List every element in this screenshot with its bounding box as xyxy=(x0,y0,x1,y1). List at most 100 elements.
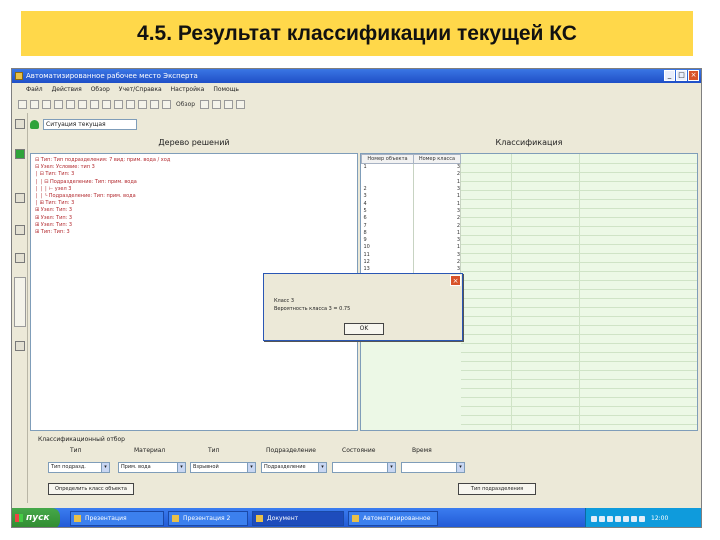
chart-icon[interactable] xyxy=(114,99,123,109)
table-row[interactable]: 53 xyxy=(361,207,462,215)
table-row[interactable]: 93 xyxy=(361,236,462,244)
tray-icon[interactable] xyxy=(623,515,629,522)
table-row[interactable]: 2 xyxy=(361,170,462,179)
division-type-button[interactable]: Тип подразделения xyxy=(458,483,536,495)
tree-node[interactable]: ⊞ Узел: Тип: 3 xyxy=(35,222,353,229)
chevron-down-icon[interactable]: ▾ xyxy=(387,463,395,472)
taskbar-item[interactable]: Презентация xyxy=(70,511,164,526)
tray-icon[interactable] xyxy=(591,515,597,522)
table-icon[interactable] xyxy=(90,99,99,109)
tree-node[interactable]: │ │ │ ⊢ узел 3 xyxy=(35,186,353,193)
tree-node[interactable]: │ ⊞ Тип: Тип: 3 xyxy=(35,200,353,207)
cut-icon[interactable] xyxy=(66,99,75,109)
tree-node[interactable]: ⊟ Узел: Условие: тип 3 xyxy=(35,164,353,171)
chevron-down-icon[interactable]: ▾ xyxy=(247,463,255,472)
left-icon-strip xyxy=(12,113,28,503)
taskbar-item[interactable]: Презентация 2 xyxy=(168,511,248,526)
class-number-cell: 2 xyxy=(413,170,462,179)
taskbar-item[interactable]: Автоматизированное xyxy=(348,511,438,526)
chevron-down-icon[interactable]: ▾ xyxy=(101,463,109,472)
tray-icon[interactable] xyxy=(631,515,637,522)
decision-tree-icon[interactable] xyxy=(15,149,25,159)
column-class-number[interactable]: Номер класса xyxy=(412,154,462,164)
menu-view[interactable]: Обзор xyxy=(91,83,110,96)
sort-icon[interactable] xyxy=(150,99,159,109)
find-icon[interactable] xyxy=(138,99,147,109)
table-row[interactable]: 72 xyxy=(361,221,462,230)
taskbar-item-active[interactable]: Документ xyxy=(252,511,344,526)
tree-node[interactable]: ⊞ Узел: Тип: 3 xyxy=(35,215,353,222)
tray-icon[interactable] xyxy=(639,515,645,522)
table-row[interactable]: 1 xyxy=(361,178,462,186)
filter-icon[interactable] xyxy=(126,99,135,109)
tree-node[interactable]: │ ⊟ Тип: Тип: 3 xyxy=(35,171,353,178)
menu-bar: Файл Действия Обзор Учет/Справка Настрой… xyxy=(12,83,701,96)
open-icon[interactable] xyxy=(30,99,39,109)
grid-icon[interactable] xyxy=(102,99,111,109)
table-row[interactable]: 12 2 xyxy=(361,258,462,266)
chevron-down-icon[interactable]: ▾ xyxy=(456,463,464,472)
tray-icon[interactable] xyxy=(607,515,613,522)
toolbar-view-label[interactable]: Обзор xyxy=(174,101,197,108)
time-combo[interactable]: ▾ xyxy=(401,462,465,473)
state-combo[interactable]: ▾ xyxy=(332,462,396,473)
books-icon[interactable] xyxy=(15,193,25,203)
tree-node[interactable]: ⊞ Узел: Тип: 3 xyxy=(35,207,353,214)
menu-reference[interactable]: Учет/Справка xyxy=(119,83,162,96)
menu-file[interactable]: Файл xyxy=(26,83,43,96)
dialog-close-icon[interactable]: × xyxy=(450,275,461,286)
table-row[interactable]: 13 3 xyxy=(361,265,462,273)
situation-field[interactable]: Ситуация текущая xyxy=(43,118,137,130)
tray-icon[interactable] xyxy=(615,515,621,522)
table-row[interactable]: 31 xyxy=(361,192,462,200)
chevron-down-icon[interactable]: ▾ xyxy=(177,463,185,472)
material-combo[interactable]: Прим. вода ▾ xyxy=(118,462,186,473)
combo-value: Подразделение xyxy=(264,464,306,470)
clock[interactable]: 12:00 xyxy=(651,515,668,522)
close-button[interactable]: × xyxy=(688,70,699,81)
forward-icon[interactable] xyxy=(236,99,246,109)
presentation-icon xyxy=(74,515,81,522)
print-icon[interactable] xyxy=(54,99,63,109)
clipboard-icon[interactable] xyxy=(15,253,25,263)
taskbar-item-label: Презентация 2 xyxy=(183,515,231,522)
tree-node[interactable]: ⊞ Тип: Тип: 3 xyxy=(35,229,353,236)
chevron-down-icon[interactable]: ▾ xyxy=(318,463,326,472)
new-icon[interactable] xyxy=(18,99,27,109)
edit-icon[interactable] xyxy=(162,99,171,109)
table-row[interactable]: 10 1 xyxy=(361,243,462,252)
vertical-tab[interactable] xyxy=(14,277,26,327)
save-icon[interactable] xyxy=(42,99,51,109)
division-combo[interactable]: Подразделение ▾ xyxy=(261,462,327,473)
menu-settings[interactable]: Настройка xyxy=(171,83,205,96)
tree-node[interactable]: │ │ └ Подразделение: Тип: прим. вода xyxy=(35,193,353,200)
menu-help[interactable]: Помощь xyxy=(213,83,239,96)
table-row[interactable]: 41 xyxy=(361,199,462,208)
tree-icon[interactable] xyxy=(78,99,87,109)
help-icon[interactable] xyxy=(212,99,222,109)
document-icon[interactable] xyxy=(15,225,25,235)
table-row[interactable]: 62 xyxy=(361,214,462,222)
tree-view-icon[interactable] xyxy=(15,119,25,129)
tree-node[interactable]: ⊟ Тип: Тип подразделения: 7 вид: прим. в… xyxy=(35,157,353,164)
window-titlebar[interactable]: Автоматизированное рабочее место Эксперт… xyxy=(12,69,701,83)
settings-icon[interactable] xyxy=(200,99,210,109)
tree-node[interactable]: │ │ ⊟ Подразделение: Тип: прим. вода xyxy=(35,179,353,186)
type2-combo[interactable]: Взрывной ▾ xyxy=(190,462,256,473)
classify-button[interactable]: Определить класс объекта xyxy=(48,483,134,495)
menu-actions[interactable]: Действия xyxy=(52,83,82,96)
column-object-number[interactable]: Номер объекта xyxy=(361,154,414,164)
classification-header: Классификация xyxy=(495,138,563,147)
start-button[interactable]: пуск xyxy=(12,508,60,527)
table-row[interactable]: 23 xyxy=(361,185,462,193)
table-row[interactable]: 13 xyxy=(361,163,462,171)
back-icon[interactable] xyxy=(224,99,234,109)
table-row[interactable]: 11 3 xyxy=(361,251,462,259)
form-icon[interactable] xyxy=(15,341,25,351)
table-row[interactable]: 81 xyxy=(361,229,462,237)
maximize-button[interactable]: □ xyxy=(676,70,687,81)
tray-icon[interactable] xyxy=(599,515,605,522)
ok-button[interactable]: OK xyxy=(344,323,384,335)
type-combo[interactable]: Тип подразд. ▾ xyxy=(48,462,110,473)
minimize-button[interactable]: _ xyxy=(664,70,675,81)
